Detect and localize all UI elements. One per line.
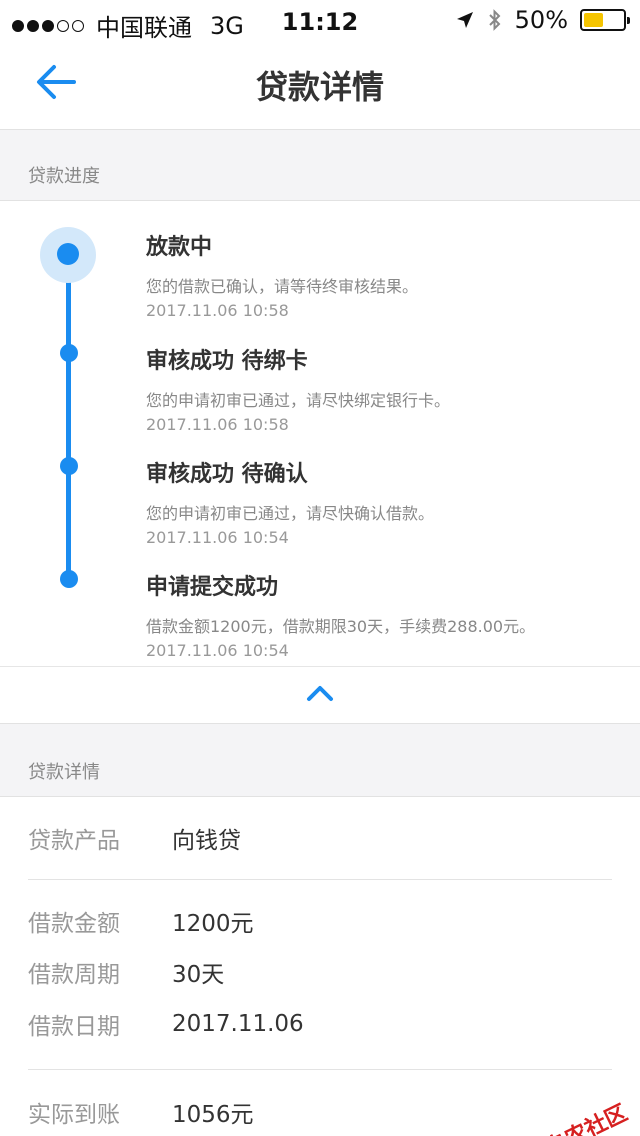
divider xyxy=(28,879,612,880)
detail-row-date: 借款日期 2017.11.06 xyxy=(28,1001,612,1047)
location-arrow-icon xyxy=(456,12,473,28)
timeline-dot-current xyxy=(57,243,79,265)
step-title: 审核成功 待确认 xyxy=(146,462,308,487)
detail-label: 实际到账 xyxy=(28,1102,120,1128)
status-right: 50% xyxy=(455,6,630,34)
step-title: 放款中 xyxy=(146,235,213,260)
collapse-timeline-button[interactable] xyxy=(0,666,640,724)
battery-icon xyxy=(580,9,630,31)
timeline-dot xyxy=(60,457,78,475)
battery-percent: 50% xyxy=(514,6,568,34)
step-description: 借款金额1200元，借款期限30天，手续费288.00元。 xyxy=(146,617,536,636)
detail-value: 向钱贷 xyxy=(172,828,241,854)
detail-label: 借款日期 xyxy=(28,1014,120,1040)
timeline-dot xyxy=(60,570,78,588)
bluetooth-icon xyxy=(488,9,501,31)
detail-label: 贷款产品 xyxy=(28,828,120,854)
timeline-step: 申请提交成功 借款金额1200元，借款期限30天，手续费288.00元。 201… xyxy=(146,569,616,660)
timeline-step: 审核成功 待确认 您的申请初审已通过，请尽快确认借款。 2017.11.06 1… xyxy=(146,456,616,547)
step-title: 审核成功 待绑卡 xyxy=(146,349,308,374)
step-time: 2017.11.06 10:58 xyxy=(146,301,289,320)
progress-timeline: 放款中 您的借款已确认，请等待终审核结果。 2017.11.06 10:58 审… xyxy=(0,200,640,666)
detail-value: 30天 xyxy=(172,962,225,988)
detail-row-period: 借款周期 30天 xyxy=(28,949,612,995)
page-title: 贷款详情 xyxy=(255,68,384,106)
step-description: 您的借款已确认，请等待终审核结果。 xyxy=(146,277,419,296)
step-description: 您的申请初审已通过，请尽快确认借款。 xyxy=(146,504,435,523)
timeline-line xyxy=(66,253,71,583)
step-description: 您的申请初审已通过，请尽快绑定银行卡。 xyxy=(146,391,451,410)
detail-label: 借款金额 xyxy=(28,911,120,937)
timeline-step: 放款中 您的借款已确认，请等待终审核结果。 2017.11.06 10:58 xyxy=(146,229,616,320)
loan-details-card: 贷款产品 向钱贷 借款金额 1200元 借款周期 30天 借款日期 2017.1… xyxy=(0,796,640,1136)
battery-level-fill xyxy=(584,13,603,27)
timeline-step: 审核成功 待绑卡 您的申请初审已通过，请尽快绑定银行卡。 2017.11.06 … xyxy=(146,343,616,434)
detail-row-product: 贷款产品 向钱贷 xyxy=(28,815,612,861)
detail-value: 2017.11.06 xyxy=(172,1011,304,1037)
detail-row-received: 实际到账 1056元 xyxy=(28,1089,612,1135)
step-time: 2017.11.06 10:58 xyxy=(146,415,289,434)
timeline-dot xyxy=(60,344,78,362)
status-bar: 中国联通 3G 11:12 50% xyxy=(0,0,640,42)
chevron-up-icon xyxy=(307,686,333,701)
step-title: 申请提交成功 xyxy=(146,575,279,600)
step-time: 2017.11.06 10:54 xyxy=(146,528,289,547)
step-time: 2017.11.06 10:54 xyxy=(146,641,289,660)
navigation-bar: 贷款详情 xyxy=(0,40,640,130)
divider xyxy=(28,1069,612,1070)
detail-value: 1200元 xyxy=(172,911,254,937)
detail-value: 1056元 xyxy=(172,1102,254,1128)
detail-row-amount: 借款金额 1200元 xyxy=(28,898,612,944)
detail-label: 借款周期 xyxy=(28,962,120,988)
